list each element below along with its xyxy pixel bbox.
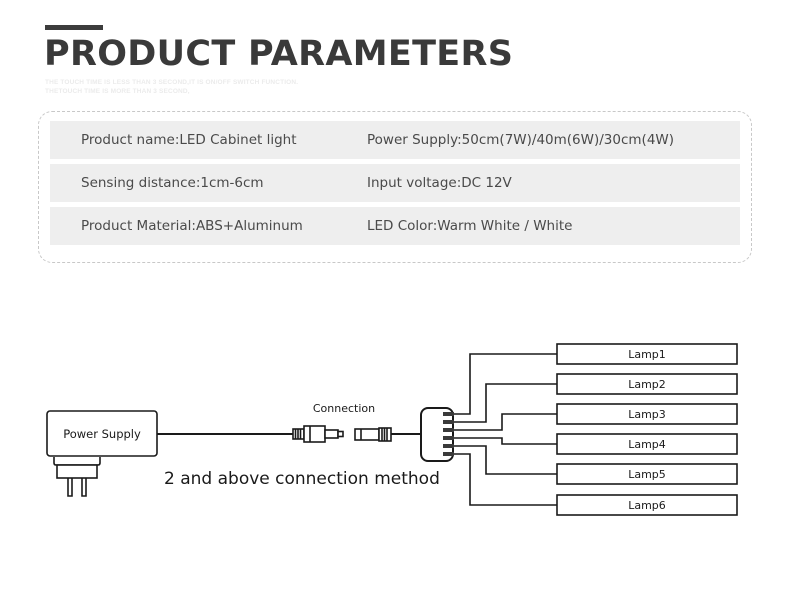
power-supply-unit — [46, 410, 158, 497]
connection-method-label: 2 and above connection method — [164, 469, 440, 489]
hub-port-5 — [443, 444, 454, 448]
spec-cell-led-color: LED Color:Warm White / White — [367, 218, 573, 234]
connection-label: Connection — [313, 402, 375, 415]
subtitle-line-2: THETOUCH TIME IS MORE THAN 3 SECOND, — [45, 88, 190, 95]
wiring-diagram-svg: Power Supply Connection 2 and above conn… — [46, 343, 738, 516]
dc-male-connector — [292, 425, 344, 443]
power-supply-label: Power Supply — [63, 427, 141, 441]
spec-cell-sensing-distance: Sensing distance:1cm-6cm — [81, 175, 264, 191]
table-row: Product Material:ABS+Aluminum LED Color:… — [50, 207, 740, 245]
hub-port-2 — [443, 420, 454, 424]
plug-prong-left — [67, 478, 73, 497]
subtitle-block: THE TOUCH TIME IS LESS THAN 3 SECOND,IT … — [45, 78, 298, 96]
subtitle-line-1: THE TOUCH TIME IS LESS THAN 3 SECOND,IT … — [45, 79, 299, 86]
spec-cell-product-material: Product Material:ABS+Aluminum — [81, 218, 303, 234]
page-title: PRODUCT PARAMETERS — [44, 34, 514, 74]
hub-port-6 — [443, 452, 454, 456]
table-row: Product name:LED Cabinet light Power Sup… — [50, 121, 740, 159]
spec-table: Product name:LED Cabinet light Power Sup… — [50, 121, 740, 245]
hub-port-4 — [443, 436, 454, 440]
lamp-label-1: Lamp1 — [628, 348, 666, 361]
plug-body — [56, 464, 98, 479]
plug-prong-right — [81, 478, 87, 497]
wiring-diagram: Power Supply Connection 2 and above conn… — [0, 300, 790, 560]
lamp-label-4: Lamp4 — [628, 438, 666, 451]
spec-cell-product-name: Product name:LED Cabinet light — [81, 132, 297, 148]
plug-base — [53, 457, 101, 466]
hub-port-1 — [443, 412, 454, 416]
lamp-label-5: Lamp5 — [628, 468, 666, 481]
title-accent-bar — [45, 25, 103, 30]
lamp-label-3: Lamp3 — [628, 408, 666, 421]
hub-port-3 — [443, 428, 454, 432]
dc-female-connector — [354, 427, 392, 442]
lamp-label-2: Lamp2 — [628, 378, 666, 391]
lamp-label-6: Lamp6 — [628, 499, 666, 512]
wire-to-lamp4 — [454, 437, 557, 445]
wire-to-lamp6 — [454, 453, 557, 506]
spec-cell-input-voltage: Input voltage:DC 12V — [367, 175, 512, 191]
table-row: Sensing distance:1cm-6cm Input voltage:D… — [50, 164, 740, 202]
splitter-hub — [420, 407, 454, 462]
spec-cell-power-supply: Power Supply:50cm(7W)/40m(6W)/30cm(4W) — [367, 132, 675, 148]
